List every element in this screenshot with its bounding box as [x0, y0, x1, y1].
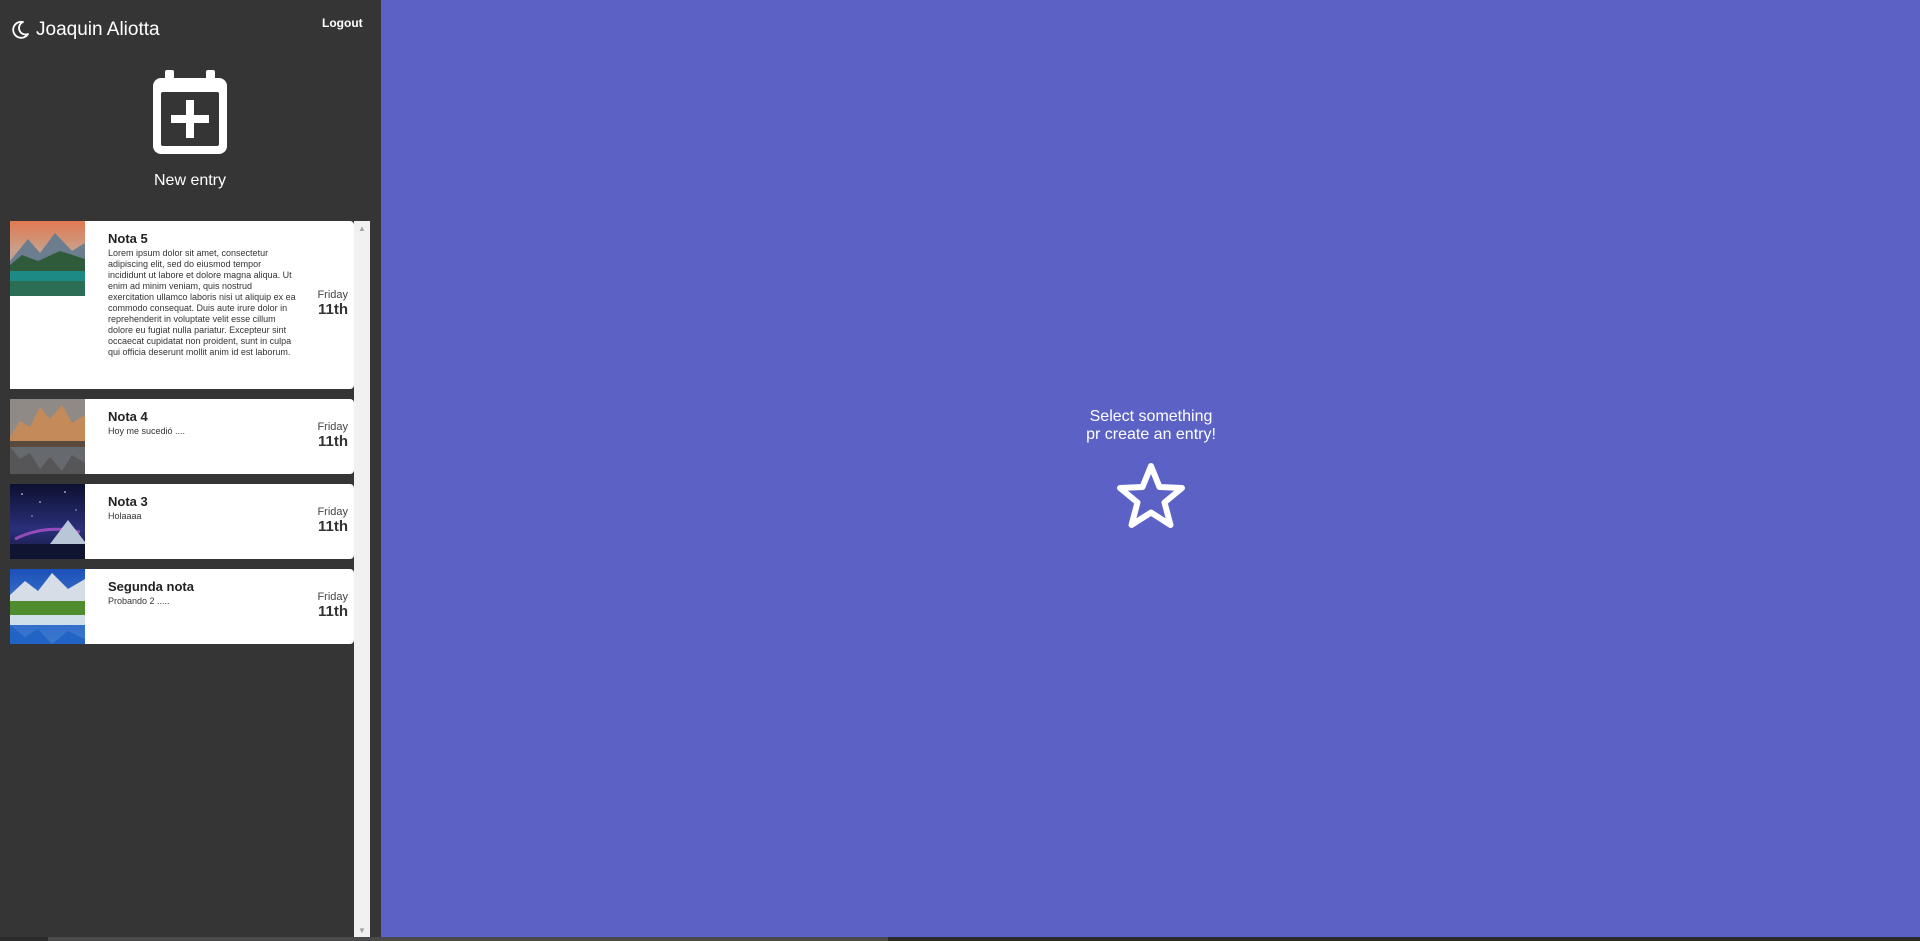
- scroll-up-arrow-icon[interactable]: ▲: [354, 221, 370, 235]
- entry-picture: [10, 221, 85, 296]
- entry-title: Segunda nota: [108, 579, 194, 594]
- horizontal-scrollbar-thumb[interactable]: [48, 937, 888, 941]
- entry-content: Holaaaa: [108, 511, 142, 521]
- entry-day-number: 11th: [317, 433, 348, 450]
- entry-date: Friday 11th: [317, 591, 348, 620]
- moon-icon: [12, 20, 29, 39]
- nothing-selected-line2: pr create an entry!: [1086, 426, 1216, 443]
- logout-button[interactable]: Logout: [318, 14, 367, 32]
- entry-body: Nota 5 Lorem ipsum dolor sit amet, conse…: [108, 231, 298, 358]
- scroll-down-arrow-icon[interactable]: ▼: [354, 923, 370, 937]
- entry-day: Friday: [317, 289, 348, 301]
- sidebar: Joaquin Aliotta Logout New entry Nota 5 …: [0, 0, 381, 941]
- entry-day: Friday: [317, 421, 348, 433]
- journal-entry[interactable]: Nota 5 Lorem ipsum dolor sit amet, conse…: [10, 221, 354, 389]
- entry-title: Nota 4: [108, 409, 148, 424]
- entry-date: Friday 11th: [317, 506, 348, 535]
- entries-scrollbar[interactable]: ▲ ▼: [354, 221, 370, 937]
- entry-body: Nota 4 Hoy me sucedió ....: [108, 409, 298, 437]
- entry-day: Friday: [317, 506, 348, 518]
- star-icon: [1117, 463, 1185, 528]
- new-entry-label: New entry: [153, 172, 227, 189]
- entry-body: Segunda nota Probando 2 .....: [108, 579, 298, 607]
- entries-list: Nota 5 Lorem ipsum dolor sit amet, conse…: [10, 221, 354, 935]
- nothing-selected-line1: Select something: [1089, 408, 1213, 425]
- entry-body: Nota 3 Holaaaa: [108, 494, 298, 522]
- journal-entry[interactable]: Nota 3 Holaaaa Friday 11th: [10, 484, 354, 559]
- user-name: Joaquin Aliotta: [36, 19, 160, 40]
- journal-entry[interactable]: Segunda nota Probando 2 ..... Friday 11t…: [10, 569, 354, 644]
- entry-day: Friday: [317, 591, 348, 603]
- entry-content: Probando 2 .....: [108, 596, 170, 606]
- entry-title: Nota 5: [108, 231, 148, 246]
- entry-picture: [10, 569, 85, 644]
- entry-date: Friday 11th: [317, 289, 348, 318]
- main-content: Select something pr create an entry!: [381, 0, 1920, 937]
- entry-day-number: 11th: [317, 518, 348, 535]
- entry-picture: [10, 399, 85, 474]
- new-entry-button[interactable]: New entry: [100, 70, 280, 195]
- journal-entry[interactable]: Nota 4 Hoy me sucedió .... Friday 11th: [10, 399, 354, 474]
- entry-title: Nota 3: [108, 494, 148, 509]
- nothing-selected: Select something pr create an entry!: [1021, 408, 1281, 530]
- sidebar-navbar: Joaquin Aliotta Logout: [0, 0, 381, 60]
- journal-app: Joaquin Aliotta Logout New entry Nota 5 …: [0, 0, 1920, 941]
- entry-day-number: 11th: [317, 603, 348, 620]
- entry-content: Hoy me sucedió ....: [108, 426, 186, 436]
- calendar-plus-icon: [153, 70, 227, 154]
- user-brand: Joaquin Aliotta: [10, 19, 160, 41]
- entry-content: Lorem ipsum dolor sit amet, consectetur …: [108, 248, 296, 357]
- entry-date: Friday 11th: [317, 421, 348, 450]
- entry-picture: [10, 484, 85, 559]
- entry-day-number: 11th: [317, 301, 348, 318]
